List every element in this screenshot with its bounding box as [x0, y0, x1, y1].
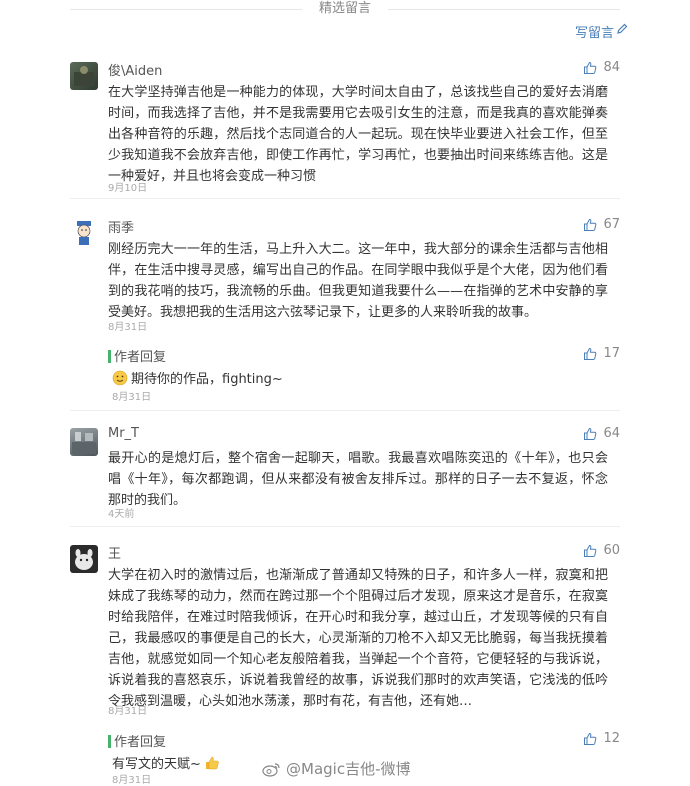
author-reply: 作者回复 17 期待你的作品，fighting~ 8月31日 — [108, 346, 620, 403]
like-count: 84 — [603, 60, 620, 75]
reply-label: 作者回复 — [114, 350, 167, 365]
reply-accent-bar — [108, 735, 111, 748]
like-button[interactable]: 12 — [583, 731, 620, 746]
reply-accent-bar — [108, 350, 111, 363]
like-button[interactable]: 64 — [583, 426, 620, 441]
avatar[interactable] — [70, 62, 98, 90]
thumbs-up-icon — [584, 218, 597, 231]
commenter-name[interactable]: 雨季 — [108, 217, 134, 236]
reply-date: 8月31日 — [112, 392, 152, 403]
like-count: 12 — [603, 731, 620, 746]
like-count: 67 — [603, 217, 620, 232]
weibo-watermark: @Magic吉他-微博 — [262, 758, 410, 779]
comment-divider — [70, 526, 620, 527]
comment-item: 俊\Aiden 84 在大学坚持弹吉他是一种能力的体现，大学时间太自由了，总该找… — [70, 60, 620, 197]
avatar[interactable] — [70, 545, 98, 573]
write-comment-link[interactable]: 写留言 — [575, 22, 614, 41]
reply-text-row: 有写文的天赋~ — [112, 753, 220, 772]
like-button[interactable]: 67 — [583, 217, 620, 232]
comment-item: Mr_T 64 最开心的是熄灯后，整个宿舍一起聊天，唱歌。我最喜欢唱陈奕迅的《十… — [70, 426, 620, 523]
comment-item: 雨季 67 刚经历完大一一年的生活，马上升入大二。这一年中，我大部分的课余生活都… — [70, 217, 620, 334]
avatar[interactable] — [70, 219, 98, 247]
comment-divider — [70, 410, 620, 411]
reply-text-row: 期待你的作品，fighting~ — [112, 368, 283, 387]
comment-text: 刚经历完大一一年的生活，马上升入大二。这一年中，我大部分的课余生活都与吉他相伴，… — [108, 242, 608, 320]
like-button[interactable]: 84 — [583, 60, 620, 75]
comment-date: 8月31日 — [108, 706, 148, 717]
like-count: 60 — [603, 543, 620, 558]
commenter-name[interactable]: Mr_T — [108, 426, 139, 441]
reply-text: 期待你的作品，fighting~ — [131, 372, 283, 387]
comment-date: 9月10日 — [108, 183, 148, 194]
reply-text: 有写文的天赋~ — [112, 757, 201, 772]
like-button[interactable]: 17 — [583, 346, 620, 361]
thumbs-up-icon — [584, 347, 597, 360]
thumbs-up-icon — [584, 544, 597, 557]
smile-emoji-icon — [112, 370, 128, 385]
watermark-text: @Magic吉他-微博 — [286, 760, 411, 778]
like-count: 64 — [603, 426, 620, 441]
comment-text: 大学在初入时的激情过后，也渐渐成了普通却又特殊的日子，和许多人一样，寂寞和把妹成… — [108, 568, 608, 709]
header-divider-right — [388, 9, 620, 10]
thumbs-up-icon — [584, 732, 597, 745]
pen-icon[interactable] — [616, 23, 628, 35]
comment-item: 王 60 大学在初入时的激情过后，也渐渐成了普通却又特殊的日子，和许多人一样，寂… — [70, 543, 620, 720]
comment-divider — [70, 198, 620, 199]
comment-date: 8月31日 — [108, 322, 148, 333]
reply-label: 作者回复 — [114, 735, 167, 750]
thumbs-up-icon — [584, 427, 597, 440]
thumbs-up-emoji-icon — [205, 756, 219, 769]
comment-text: 最开心的是熄灯后，整个宿舍一起聊天，唱歌。我最喜欢唱陈奕迅的《十年》，也只会唱《… — [108, 451, 608, 508]
like-button[interactable]: 60 — [583, 543, 620, 558]
avatar[interactable] — [70, 428, 98, 456]
thumbs-up-icon — [584, 61, 597, 74]
weibo-logo-icon — [262, 762, 280, 777]
commenter-name[interactable]: 俊\Aiden — [108, 60, 162, 79]
like-count: 17 — [603, 346, 620, 361]
comment-date: 4天前 — [108, 509, 135, 520]
comment-text: 在大学坚持弹吉他是一种能力的体现，大学时间太自由了，总该找些自己的爱好去消磨时间… — [108, 85, 608, 184]
commenter-name[interactable]: 王 — [108, 543, 121, 562]
